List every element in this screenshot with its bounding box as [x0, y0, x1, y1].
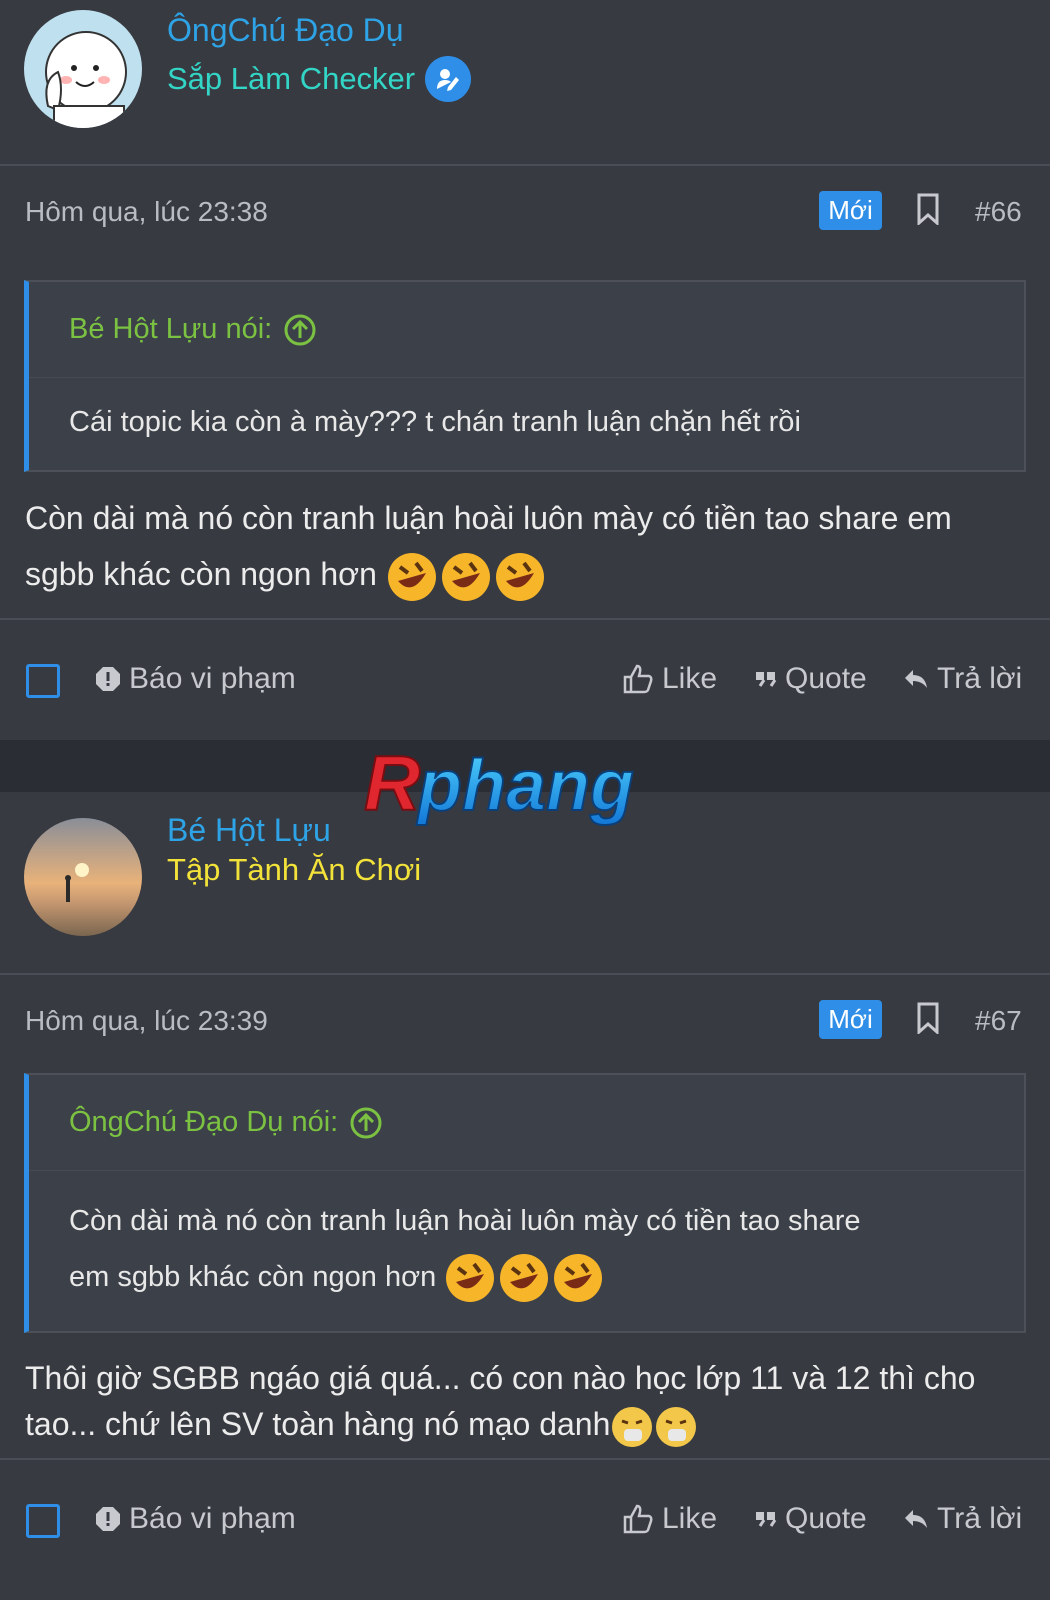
reply-label: Trả lời	[937, 662, 1023, 695]
new-badge: Mới	[819, 191, 882, 230]
quote-button[interactable]: Quote	[755, 662, 867, 696]
user-title-text: Tập Tành Ăn Chơi	[167, 852, 422, 887]
quote-block: ÔngChú Đạo Dụ nói: Còn dài mà nó còn tra…	[24, 1073, 1026, 1333]
quote-line: Còn dài mà nó còn tranh luận hoài luôn m…	[69, 1205, 861, 1237]
sneezing-face-emoji	[612, 1406, 653, 1447]
post-timestamp[interactable]: Hôm qua, lúc 23:38	[25, 196, 268, 228]
quote-marks-icon	[756, 672, 777, 687]
bookmark-icon[interactable]	[917, 1002, 939, 1039]
report-label: Báo vi phạm	[129, 662, 296, 695]
quote-label: Quote	[785, 662, 867, 695]
quote-text: Còn dài mà nó còn tranh luận hoài luôn m…	[29, 1171, 1024, 1331]
post-timestamp[interactable]: Hôm qua, lúc 23:39	[25, 1005, 268, 1037]
user-title: Tập Tành Ăn Chơi	[167, 852, 421, 888]
message-body: Thôi giờ SGBB ngáo giá quá... có con nào…	[0, 1333, 1050, 1469]
avatar[interactable]	[24, 10, 142, 128]
post-header: ÔngChú Đạo Dụ Sắp Làm Checker	[0, 0, 1050, 166]
post-actions: Báo vi phạm Like Quote Trả lời	[0, 1458, 1050, 1580]
alert-icon	[96, 1507, 120, 1531]
post-actions: Báo vi phạm Like Quote Trả lời	[0, 618, 1050, 740]
quote-button[interactable]: Quote	[755, 1502, 867, 1536]
avatar[interactable]	[24, 818, 142, 936]
reply-label: Trả lời	[937, 1502, 1023, 1535]
quote-header[interactable]: Bé Hột Lựu nói:	[29, 282, 1024, 378]
message-line-with-emoji: tao... chứ lên SV toàn hàng nó mạo danh	[25, 1401, 1026, 1449]
post-67: Bé Hột Lựu Tập Tành Ăn Chơi Hôm qua, lúc…	[0, 792, 1050, 1600]
user-title: Sắp Làm Checker	[167, 56, 472, 102]
reply-button[interactable]: Trả lời	[903, 662, 1022, 696]
reply-arrow-icon	[905, 1510, 927, 1528]
like-label: Like	[662, 662, 718, 695]
quote-block: Bé Hột Lựu nói: Cái topic kia còn à mày?…	[24, 280, 1026, 472]
quote-line-with-emoji: em sgbb khác còn ngon hơn	[69, 1249, 984, 1305]
report-button[interactable]: Báo vi phạm	[95, 1502, 296, 1536]
message-line: Thôi giờ SGBB ngáo giá quá... có con nào…	[25, 1360, 976, 1396]
username[interactable]: ÔngChú Đạo Dụ	[167, 12, 404, 49]
arrow-up-circle-icon[interactable]	[350, 1107, 382, 1139]
select-checkbox[interactable]	[26, 1504, 60, 1538]
quote-line: em sgbb khác còn ngon hơn	[69, 1261, 437, 1293]
select-checkbox[interactable]	[26, 664, 60, 698]
watermark-logo: R phang	[360, 738, 680, 835]
post-66: ÔngChú Đạo Dụ Sắp Làm Checker Hôm qua, l…	[0, 0, 1050, 740]
rofl-emoji	[495, 552, 544, 601]
reply-button[interactable]: Trả lời	[903, 1502, 1022, 1536]
report-button[interactable]: Báo vi phạm	[95, 662, 296, 696]
rofl-emoji	[387, 552, 436, 601]
report-label: Báo vi phạm	[129, 1502, 296, 1535]
post-meta: Hôm qua, lúc 23:38 Mới #66	[0, 166, 1050, 256]
quote-text: Cái topic kia còn à mày??? t chán tranh …	[69, 406, 801, 438]
rofl-emoji	[446, 1254, 495, 1303]
post-number[interactable]: #67	[975, 1005, 1022, 1037]
reply-arrow-icon	[905, 670, 927, 688]
thumbs-up-icon	[623, 664, 653, 694]
quote-author[interactable]: Bé Hột Lựu nói:	[69, 313, 272, 346]
rofl-emoji	[500, 1254, 549, 1303]
alert-icon	[96, 667, 120, 691]
quote-marks-icon	[756, 1512, 777, 1527]
like-label: Like	[662, 1502, 718, 1535]
svg-text:phang: phang	[416, 746, 634, 826]
post-meta: Hôm qua, lúc 23:39 Mới #67	[0, 975, 1050, 1065]
like-button[interactable]: Like	[622, 1502, 717, 1536]
user-title-text: Sắp Làm Checker	[167, 61, 416, 96]
message-line: tao... chứ lên SV toàn hàng nó mạo danh	[25, 1406, 611, 1442]
like-button[interactable]: Like	[622, 662, 717, 696]
arrow-up-circle-icon[interactable]	[284, 314, 316, 346]
sneezing-face-emoji	[656, 1406, 697, 1447]
message-body: Còn dài mà nó còn tranh luận hoài luôn m…	[0, 472, 1050, 623]
rofl-emoji	[554, 1254, 603, 1303]
svg-text:R: R	[364, 742, 420, 827]
rofl-emoji	[441, 552, 490, 601]
quote-author[interactable]: ÔngChú Đạo Dụ nói:	[69, 1106, 338, 1139]
bookmark-icon[interactable]	[917, 193, 939, 230]
quote-header[interactable]: ÔngChú Đạo Dụ nói:	[29, 1075, 1024, 1171]
username[interactable]: Bé Hột Lựu	[167, 812, 331, 849]
verified-user-icon	[425, 56, 472, 102]
thumbs-up-icon	[623, 1504, 653, 1534]
quote-label: Quote	[785, 1502, 867, 1535]
new-badge: Mới	[819, 1000, 882, 1039]
post-number[interactable]: #66	[975, 196, 1022, 228]
